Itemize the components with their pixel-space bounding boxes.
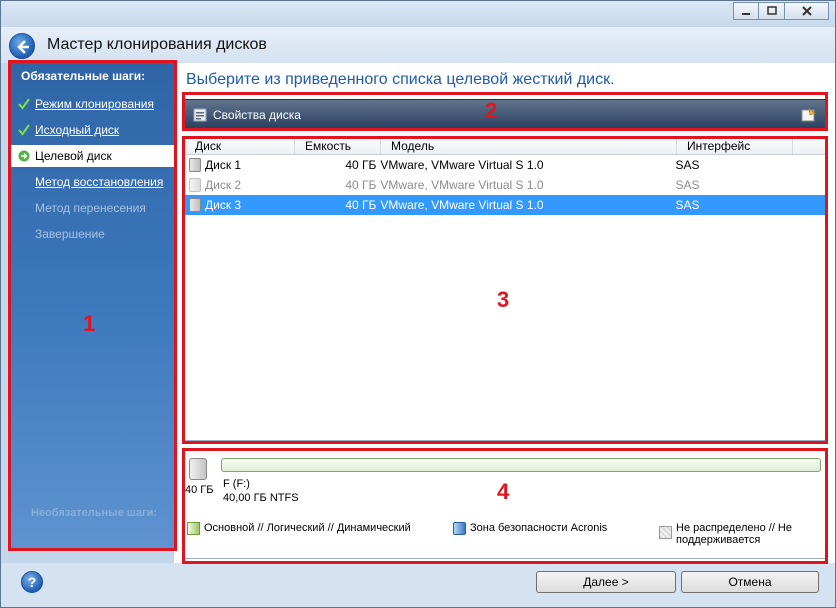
wizard-header: Мастер клонирования дисков [1,27,835,63]
help-button[interactable]: ? [21,571,43,593]
window-controls [733,2,829,20]
wizard-footer: ? Далее > Отмена [1,563,835,607]
annotation-label-1: 1 [83,311,96,336]
annotation-label-3: 3 [497,287,510,312]
annotation-box-1 [8,60,177,551]
annotation-label-2: 2 [485,98,498,123]
maximize-icon [766,6,777,15]
back-arrow-icon [17,40,29,54]
minimize-button[interactable] [733,2,759,20]
cancel-button[interactable]: Отмена [681,571,819,593]
annotation-box-2 [182,92,828,131]
next-button[interactable]: Далее > [536,571,676,593]
wizard-window: Мастер клонирования дисков Обязательные … [0,0,836,608]
window-title: Мастер клонирования дисков [47,36,267,53]
window-titlebar [1,1,835,27]
minimize-icon [742,13,750,15]
close-icon [801,6,812,16]
close-button[interactable] [785,2,829,20]
instruction-text: Выберите из приведенного списка целевой … [186,71,615,88]
annotation-box-4 [182,448,828,564]
back-button[interactable] [9,33,35,59]
maximize-button[interactable] [759,2,785,20]
annotation-label-4: 4 [497,479,510,504]
